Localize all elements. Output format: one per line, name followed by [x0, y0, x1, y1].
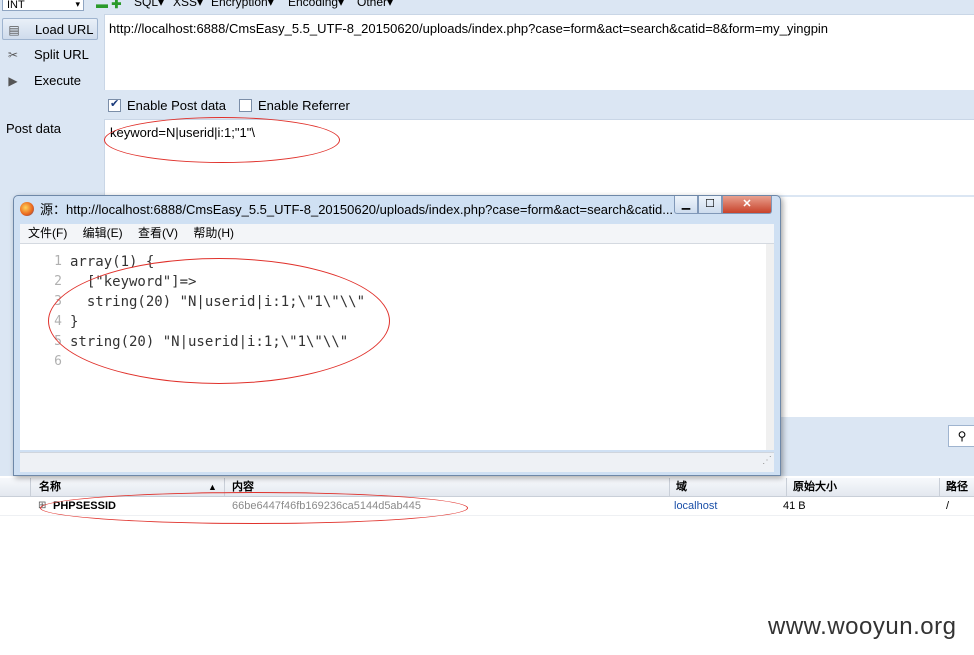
col-domain[interactable]: 域	[676, 478, 687, 496]
chevron-down-icon: ▾	[75, 0, 80, 9]
enable-referrer-checkbox[interactable]: Enable Referrer	[239, 98, 350, 113]
split-url-button[interactable]: ✂ Split URL	[2, 44, 98, 66]
execute-label: Execute	[34, 73, 81, 88]
menu-file[interactable]: 文件(F)	[28, 226, 67, 240]
menu-view[interactable]: 查看(V)	[138, 226, 178, 240]
post-data-label: Post data	[6, 121, 61, 136]
execute-button[interactable]: ▶ Execute	[2, 70, 98, 92]
url-value: http://localhost:6888/CmsEasy_5.5_UTF-8_…	[109, 21, 829, 36]
maximize-button[interactable]: ☐	[698, 196, 722, 214]
checkbox-checked[interactable]: ✔	[108, 98, 121, 112]
menu-encoding[interactable]: Encoding▾	[288, 0, 344, 8]
cookie-domain: localhost	[674, 500, 718, 512]
line-number: 2	[54, 274, 62, 289]
search-icon[interactable]: ⚲	[948, 425, 974, 447]
line-number: 6	[54, 354, 62, 369]
menu-sql[interactable]: SQL▾	[134, 0, 164, 8]
col-name[interactable]: 名称	[39, 478, 61, 496]
firefox-icon	[20, 202, 34, 216]
annotation-ellipse-cookie	[40, 492, 468, 524]
menu-encryption[interactable]: Encryption▾	[211, 0, 274, 8]
load-url-label: Load URL	[35, 22, 94, 37]
window-title: 源：http://localhost:6888/CmsEasy_5.5_UTF-…	[20, 199, 680, 218]
column-divider	[939, 478, 940, 496]
line-number: 1	[54, 254, 62, 269]
column-divider	[669, 478, 670, 496]
add-remove-icons[interactable]: ▬ ✚	[96, 0, 121, 11]
col-path[interactable]: 路径	[946, 478, 968, 496]
enable-post-label: Enable Post data	[127, 98, 227, 113]
play-icon: ▶	[8, 74, 18, 88]
cookie-path: /	[946, 500, 950, 512]
annotation-ellipse-output	[48, 258, 390, 384]
checkmark-icon: ✔	[110, 98, 120, 110]
menu-edit[interactable]: 编辑(E)	[83, 226, 123, 240]
column-divider	[786, 478, 787, 496]
type-select-value: INT	[7, 0, 25, 11]
cookie-size: 41 B	[783, 500, 806, 512]
url-textarea[interactable]: http://localhost:6888/CmsEasy_5.5_UTF-8_…	[104, 14, 974, 90]
column-divider	[30, 478, 31, 496]
annotation-ellipse-post	[104, 117, 340, 163]
watermark: www.wooyun.org	[768, 613, 957, 640]
type-select[interactable]: INT ▾	[2, 0, 84, 11]
menu-other[interactable]: Other▾	[357, 0, 393, 8]
menu-help[interactable]: 帮助(H)	[193, 226, 234, 240]
scissors-icon: ✂	[7, 48, 19, 62]
close-button[interactable]: ✕	[722, 196, 772, 214]
enable-post-checkbox[interactable]: ✔ Enable Post data	[108, 98, 226, 113]
resize-grip-icon[interactable]: ⋰	[762, 455, 772, 466]
title-prefix: 源：	[40, 202, 67, 217]
enable-referrer-label: Enable Referrer	[258, 98, 350, 113]
col-size[interactable]: 原始大小	[793, 478, 837, 496]
load-url-button[interactable]: ▤ Load URL	[2, 18, 98, 40]
minimize-button[interactable]: ▁	[674, 196, 698, 214]
menu-xss[interactable]: XSS▾	[173, 0, 203, 8]
load-url-icon: ▤	[8, 23, 20, 37]
split-url-label: Split URL	[34, 47, 89, 62]
vertical-scrollbar[interactable]	[766, 244, 774, 450]
status-bar: ⋰	[20, 452, 774, 472]
popup-menubar: 文件(F) 编辑(E) 查看(V) 帮助(H)	[20, 224, 774, 244]
checkbox-unchecked[interactable]	[239, 99, 252, 112]
title-text: http://localhost:6888/CmsEasy_5.5_UTF-8_…	[66, 202, 674, 217]
